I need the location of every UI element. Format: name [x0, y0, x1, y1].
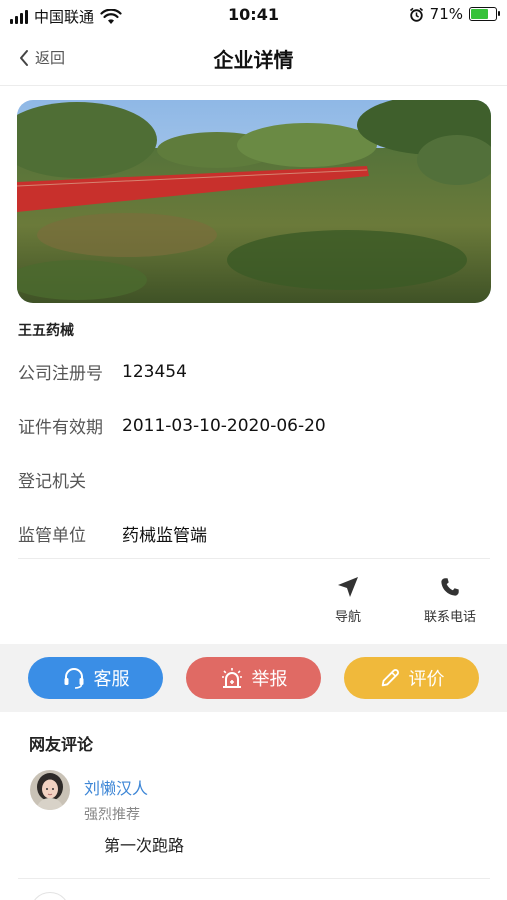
phone-icon	[441, 578, 459, 596]
comment-text: 第一次跑路	[104, 836, 185, 855]
info-row-validity: 证件有效期 2011-03-10-2020-06-20	[18, 413, 326, 439]
comment-tag: 强烈推荐	[84, 807, 140, 823]
page-title: 企业详情	[213, 48, 294, 72]
review-label: 评价	[408, 669, 445, 690]
battery-icon	[469, 7, 500, 21]
comments-title: 网友评论	[29, 735, 94, 754]
info-row-authority: 登记机关	[18, 467, 122, 492]
report-label: 举报	[251, 669, 288, 690]
info-value: 123454	[122, 361, 187, 382]
info-label: 登记机关	[18, 472, 86, 492]
info-label: 证件有效期	[18, 418, 103, 438]
info-label: 监管单位	[18, 526, 86, 546]
info-value: 2011-03-10-2020-06-20	[122, 415, 326, 436]
navigation-arrow-icon	[338, 577, 358, 597]
report-button[interactable]: 举报	[186, 657, 321, 699]
company-banner-image	[17, 100, 491, 303]
company-name: 王五药械	[18, 323, 74, 339]
info-row-supervisor: 监管单位 药械监管端	[18, 521, 207, 546]
status-bar: 中国联通 10:41 71%	[0, 0, 507, 30]
avatar[interactable]	[30, 770, 70, 810]
avatar	[30, 892, 70, 900]
battery-fill	[471, 9, 489, 19]
nav-bar: 返回 企业详情	[0, 30, 507, 86]
alarm-icon	[409, 7, 423, 22]
action-button-band: 客服 举报 评价	[0, 644, 507, 712]
divider	[18, 878, 490, 879]
info-value: 药械监管端	[122, 526, 207, 546]
review-button[interactable]: 评价	[344, 657, 479, 699]
pencil-icon	[381, 669, 399, 687]
status-right: 71%	[409, 5, 500, 23]
navigate-label: 导航	[335, 610, 362, 625]
commenter-name: 刘懒汉人	[84, 779, 149, 798]
headset-icon	[64, 668, 83, 689]
info-label: 公司注册号	[18, 364, 103, 384]
phone-label: 联系电话	[424, 610, 477, 625]
phone-button[interactable]: 联系电话	[424, 576, 476, 625]
divider	[18, 558, 490, 559]
customer-service-label: 客服	[93, 669, 130, 690]
navigate-button[interactable]: 导航	[335, 576, 361, 625]
info-row-registration: 公司注册号 123454	[18, 359, 187, 385]
customer-service-button[interactable]: 客服	[28, 657, 163, 699]
battery-percent: 71%	[429, 5, 463, 23]
alarm-siren-icon	[221, 668, 242, 688]
